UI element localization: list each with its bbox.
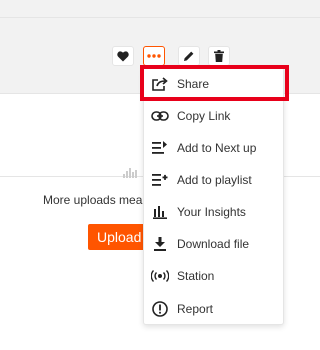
- menu-item-station[interactable]: Station: [144, 261, 283, 291]
- menu-item-share[interactable]: Share: [144, 69, 283, 99]
- download-icon: [151, 235, 169, 253]
- menu-item-download-file[interactable]: Download file: [144, 229, 283, 259]
- menu-item-label: Add to Next up: [177, 141, 257, 155]
- menu-item-label: Copy Link: [177, 109, 231, 123]
- header-divider: [0, 17, 320, 18]
- menu-item-your-insights[interactable]: Your Insights: [144, 197, 283, 227]
- share-icon: [151, 75, 169, 93]
- menu-item-label: Share: [177, 77, 210, 91]
- more-button[interactable]: [143, 46, 165, 66]
- station-icon: [151, 267, 169, 285]
- more-uploads-text: More uploads mea: [43, 193, 143, 207]
- menu-item-label: Add to playlist: [177, 173, 252, 187]
- trash-icon: [214, 50, 224, 62]
- delete-button[interactable]: [208, 46, 230, 66]
- link-icon: [151, 107, 169, 125]
- pencil-icon: [184, 51, 194, 61]
- menu-item-label: Your Insights: [177, 205, 246, 219]
- menu-item-add-to-playlist[interactable]: Add to playlist: [144, 165, 283, 195]
- menu-item-label: Report: [177, 302, 214, 316]
- upload-button[interactable]: Upload: [88, 224, 148, 250]
- next-up-icon: [151, 139, 169, 157]
- menu-item-label: Download file: [177, 237, 250, 251]
- more-dots-icon: [147, 54, 161, 58]
- add-playlist-icon: [151, 171, 169, 189]
- menu-item-add-to-next-up[interactable]: Add to Next up: [144, 133, 283, 163]
- like-button[interactable]: [112, 46, 134, 66]
- heart-icon: [117, 50, 129, 61]
- waveform-icon: [123, 168, 137, 178]
- edit-button[interactable]: [178, 46, 200, 66]
- insights-icon: [151, 203, 169, 221]
- menu-item-label: Station: [177, 269, 215, 283]
- more-actions-menu: Share Copy Link Add to Next up Add to pl…: [143, 67, 284, 325]
- menu-item-copy-link[interactable]: Copy Link: [144, 101, 283, 131]
- menu-item-report[interactable]: Report: [144, 294, 283, 324]
- report-icon: [151, 300, 169, 318]
